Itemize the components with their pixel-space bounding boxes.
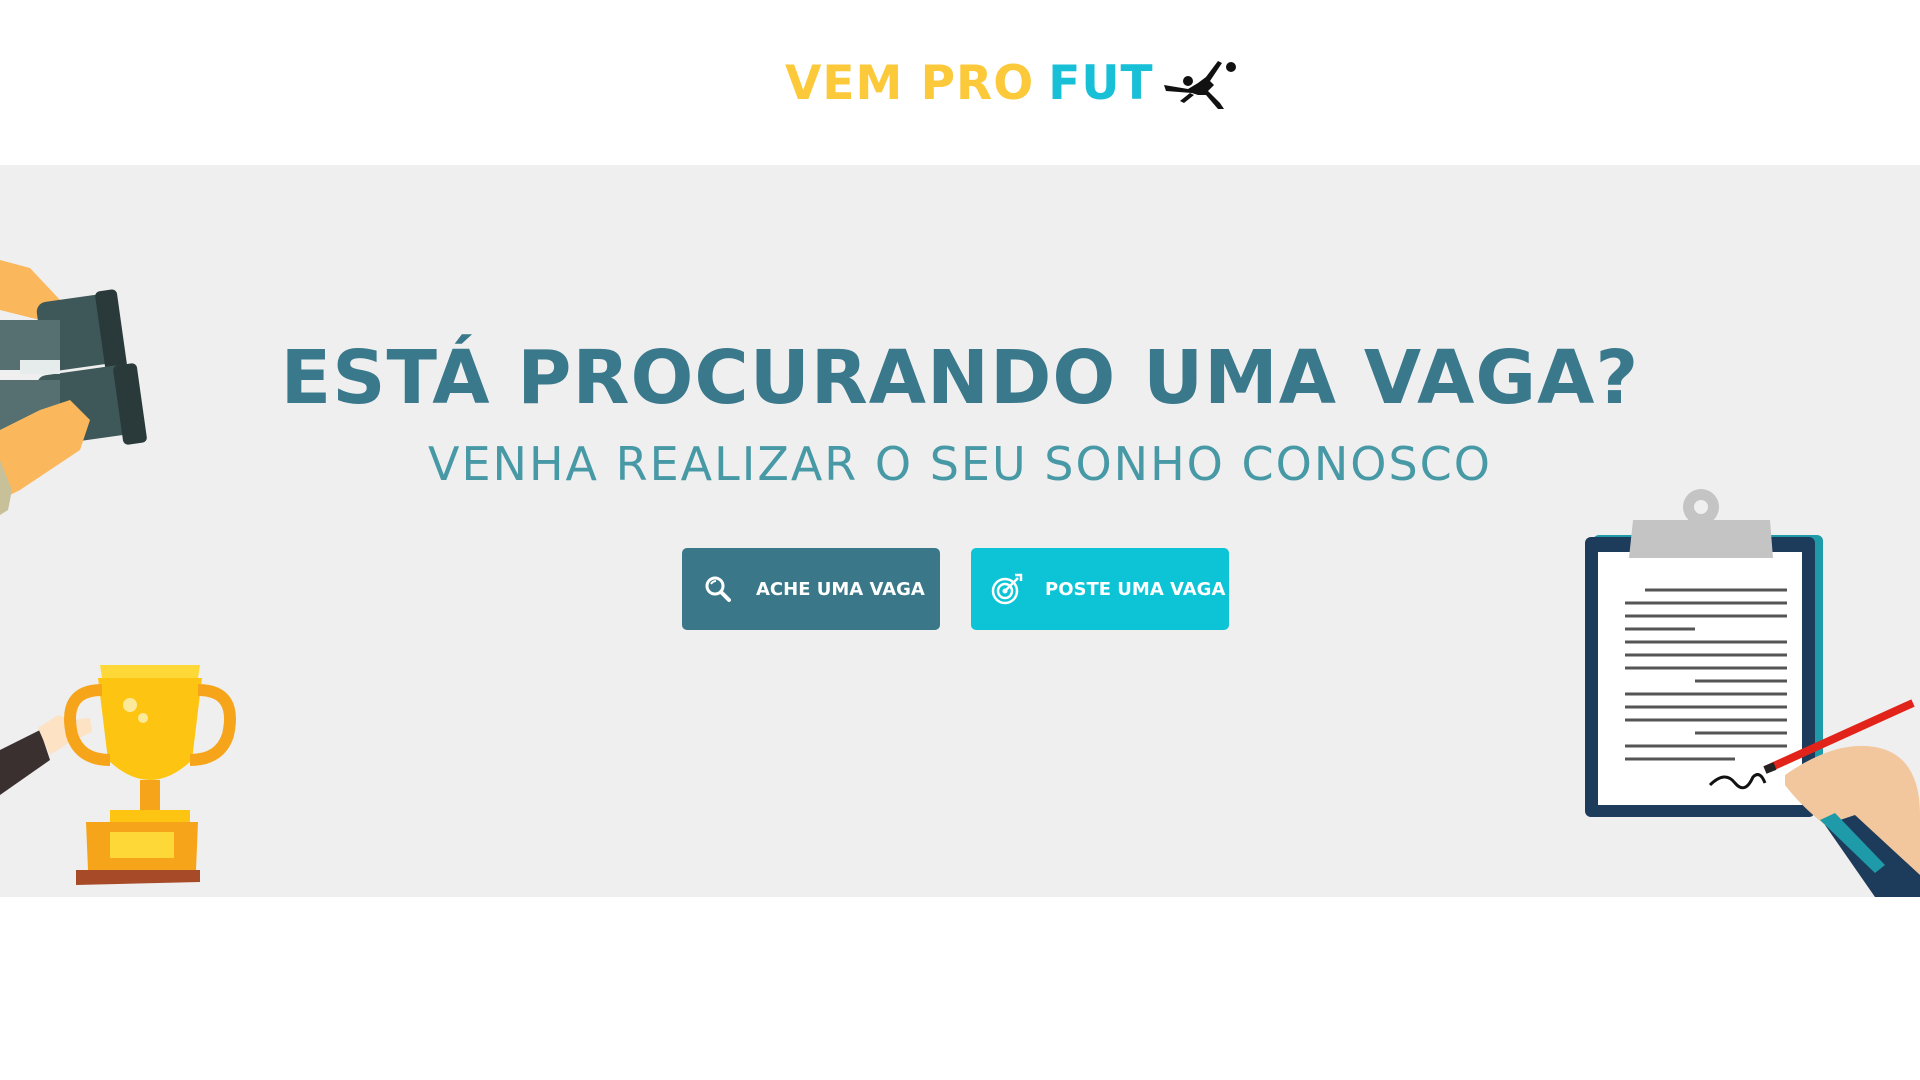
page-bottom-space xyxy=(0,897,1920,1080)
target-icon xyxy=(991,573,1023,605)
post-job-button[interactable]: POSTE UMA VAGA xyxy=(971,548,1229,630)
search-icon xyxy=(702,573,734,605)
logo-text-part1: VEM PRO xyxy=(785,55,1035,111)
post-job-button-label: POSTE UMA VAGA xyxy=(1045,578,1226,600)
logo[interactable]: VEM PRO FUT xyxy=(785,48,1238,118)
trophy-illustration xyxy=(0,665,236,885)
find-job-button-label: ACHE UMA VAGA xyxy=(756,578,925,600)
find-job-button[interactable]: ACHE UMA VAGA xyxy=(682,548,940,630)
clipboard-illustration xyxy=(1585,489,1920,897)
hero-section: ESTÁ PROCURANDO UMA VAGA? VENHA REALIZAR… xyxy=(0,165,1920,897)
hero-subheadline: VENHA REALIZAR O SEU SONHO CONOSCO xyxy=(428,437,1492,491)
bicycle-kick-player-icon xyxy=(1163,61,1236,109)
site-header: VEM PRO FUT xyxy=(0,0,1920,165)
logo-text-part2: FUT xyxy=(1048,55,1154,111)
hero-headline: ESTÁ PROCURANDO UMA VAGA? xyxy=(280,335,1640,421)
